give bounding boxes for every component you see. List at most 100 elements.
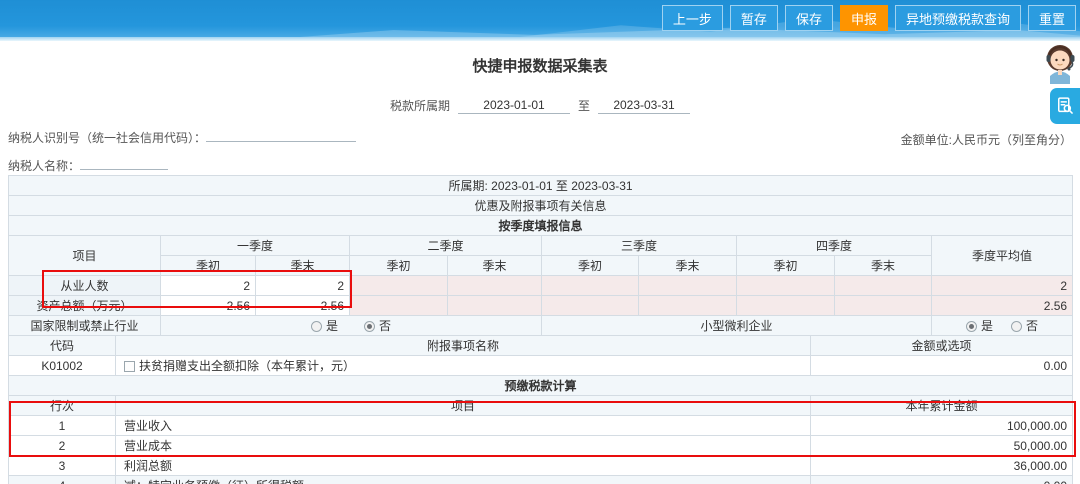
radio-icon[interactable] <box>310 321 322 332</box>
quarterly-section-title: 按季度填报信息 <box>7 215 1074 236</box>
prepay-row-item-operating-income: 营业收入 <box>115 415 811 436</box>
addenda-name-cell: 扶贫捐赠支出全额扣除（本年累计，元） <box>115 355 811 376</box>
employees-q2-end-cell <box>447 275 542 296</box>
operating-income-amount-cell[interactable]: 100,000.00 <box>810 415 1073 436</box>
col-header-q4-start: 季初 <box>736 255 835 276</box>
amount-unit-note: 金额单位:人民币元（列至角分） <box>900 133 1072 147</box>
page-title: 快捷申报数据采集表 <box>472 58 608 75</box>
employees-q3-start-cell <box>541 275 639 296</box>
col-header-q3-end: 季末 <box>638 255 737 276</box>
radio-icon[interactable] <box>966 321 978 332</box>
poverty-donation-checkbox[interactable] <box>124 361 135 372</box>
prepay-row-no: 2 <box>8 435 116 456</box>
assets-q1-end-cell[interactable]: 2.56 <box>255 295 350 316</box>
save-button[interactable]: 保存 <box>784 5 833 31</box>
taxpayer-name-line: 纳税人名称： <box>8 157 169 174</box>
addenda-table: 代码 附报事项名称 金额或选项 K01002 扶贫捐赠支出全额扣除（本年累计，元… <box>8 335 1073 396</box>
col-header-q1-start: 季初 <box>160 255 256 276</box>
prepay-row-item-operating-cost: 营业成本 <box>115 435 811 456</box>
radio-icon[interactable] <box>1011 321 1023 332</box>
prepay-row-no: 3 <box>8 455 116 476</box>
col-header-q2-start: 季初 <box>349 255 448 276</box>
col-header-quarter-average: 季度平均值 <box>930 235 1074 276</box>
assets-q3-end-cell <box>638 295 737 316</box>
restricted-no-option[interactable]: 否 <box>364 317 391 334</box>
taxpayer-id-line: 纳税人识别号（统一社会信用代码）： <box>8 129 357 146</box>
employees-q1-end-cell[interactable]: 2 <box>255 275 350 296</box>
col-header-q3: 三季度 <box>541 235 737 256</box>
tax-period-line: 税款所属期 2023-01-01 至 2023-03-31 <box>0 97 1080 114</box>
row-label-restricted-industry: 国家限制或禁止行业 <box>8 315 161 336</box>
tax-period-label: 税款所属期 <box>389 99 450 113</box>
employees-q4-end-cell <box>834 275 932 296</box>
prepay-row-item-specific-business: 减：特定业务预缴（征）所得税额 <box>115 475 811 484</box>
prepay-table: 行次 项目 本年累计金额 1 营业收入 100,000.00 2 营业成本 50… <box>8 395 1073 484</box>
col-header-q4: 四季度 <box>736 235 932 256</box>
specific-business-amount-cell: 0.00 <box>810 475 1073 484</box>
employees-q3-end-cell <box>638 275 737 296</box>
operating-cost-amount-cell[interactable]: 50,000.00 <box>810 435 1073 456</box>
assets-q2-start-cell <box>349 295 448 316</box>
employees-q4-start-cell <box>736 275 835 296</box>
period-end-field[interactable]: 2023-03-31 <box>598 98 691 114</box>
radio-icon[interactable] <box>364 321 375 332</box>
temp-save-button[interactable]: 暂存 <box>729 5 778 31</box>
belonging-period-row: 所属期: 2023-01-01 至 2023-03-31 <box>7 175 1074 196</box>
prepay-row-no: 4 <box>8 475 116 484</box>
prepay-line-header: 行次 <box>8 395 116 416</box>
period-start-field[interactable]: 2023-01-01 <box>458 98 570 114</box>
restricted-yes-option[interactable]: 是 <box>310 317 338 334</box>
row-label-total-assets: 资产总额（万元） <box>8 295 161 316</box>
taxpayer-id-field[interactable] <box>206 140 357 142</box>
employees-average-cell: 2 <box>930 275 1074 296</box>
form-table: 所属期: 2023-01-01 至 2023-03-31 优惠及附报事项有关信息… <box>7 175 1074 484</box>
assistant-avatar[interactable] <box>1042 42 1079 84</box>
prepay-item-header: 项目 <box>115 395 811 416</box>
total-profit-amount-cell[interactable]: 36,000.00 <box>810 455 1073 476</box>
assets-q2-end-cell <box>447 295 542 316</box>
toolbar: 上一步 暂存 保存 申报 异地预缴税款查询 重置 <box>661 5 1076 31</box>
col-header-q1-end: 季末 <box>255 255 350 276</box>
report-search-fab[interactable] <box>1050 88 1080 124</box>
col-header-item: 项目 <box>8 235 161 276</box>
small-micro-radios: 是 否 <box>930 315 1074 336</box>
taxpayer-id-label: 纳税人识别号（统一社会信用代码）： <box>8 131 207 145</box>
addenda-code-cell: K01002 <box>8 355 116 376</box>
prepay-row-item-total-profit: 利润总额 <box>115 455 811 476</box>
assets-q1-start-cell[interactable]: 2.56 <box>160 295 256 316</box>
restricted-industry-radios: 是 否 <box>160 315 542 336</box>
banner-bottom-strip <box>0 37 1080 41</box>
employees-q1-start-cell[interactable]: 2 <box>160 275 256 296</box>
reset-button[interactable]: 重置 <box>1027 5 1076 31</box>
addenda-name-header: 附报事项名称 <box>115 335 811 356</box>
small-micro-enterprise-label: 小型微利企业 <box>541 315 932 336</box>
employees-q2-start-cell <box>349 275 448 296</box>
col-header-q3-start: 季初 <box>541 255 639 276</box>
declare-button[interactable]: 申报 <box>839 5 888 31</box>
addenda-section-title: 优惠及附报事项有关信息 <box>7 195 1074 216</box>
taxpayer-name-label: 纳税人名称： <box>8 159 81 173</box>
small-micro-yes-option[interactable]: 是 <box>966 317 993 334</box>
previous-step-button[interactable]: 上一步 <box>661 5 723 31</box>
document-search-icon <box>1058 97 1073 114</box>
assets-q4-end-cell <box>834 295 932 316</box>
col-header-q2-end: 季末 <box>447 255 542 276</box>
remote-prepaid-tax-query-button[interactable]: 异地预缴税款查询 <box>894 5 1021 31</box>
col-header-q4-end: 季末 <box>834 255 932 276</box>
quarterly-info-table: 所属期: 2023-01-01 至 2023-03-31 优惠及附报事项有关信息… <box>7 175 1074 336</box>
period-to-label: 至 <box>578 99 591 113</box>
col-header-q2: 二季度 <box>349 235 542 256</box>
col-header-q1: 一季度 <box>160 235 350 256</box>
taxpayer-name-field[interactable] <box>80 168 169 170</box>
assets-average-cell: 2.56 <box>930 295 1074 316</box>
assets-q3-start-cell <box>541 295 639 316</box>
page: 上一步 暂存 保存 申报 异地预缴税款查询 重置 快捷申报数据采集表 税款所属期… <box>0 0 1080 484</box>
prepay-row-no: 1 <box>8 415 116 436</box>
addenda-amount-cell[interactable]: 0.00 <box>810 355 1073 376</box>
addenda-amount-header: 金额或选项 <box>810 335 1073 356</box>
prepay-amount-header: 本年累计金额 <box>810 395 1073 416</box>
addenda-code-header: 代码 <box>8 335 116 356</box>
small-micro-no-option[interactable]: 否 <box>1011 317 1038 334</box>
row-label-employees: 从业人数 <box>8 275 161 296</box>
prepay-section-title: 预缴税款计算 <box>8 375 1073 396</box>
